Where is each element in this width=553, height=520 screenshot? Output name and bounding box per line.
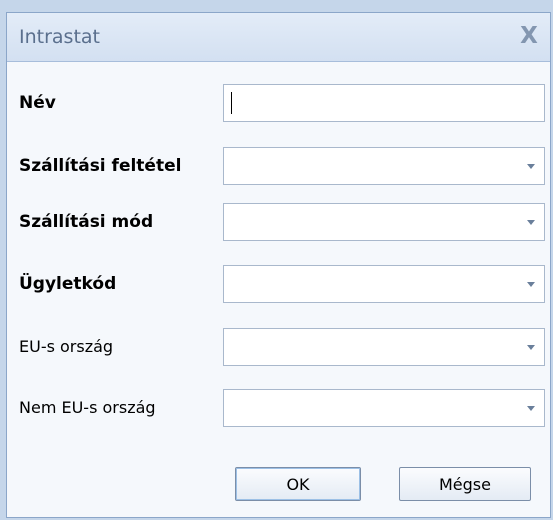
row-szallitasi-mod: Szállítási mód — [7, 203, 550, 243]
row-ugyletkod: Ügyletkód — [7, 265, 550, 305]
label-nev: Név — [19, 93, 56, 113]
label-szallitasi-feltetel: Szállítási feltétel — [19, 156, 182, 176]
nem-eu-orszag-select[interactable] — [223, 389, 545, 427]
szallitasi-mod-select[interactable] — [223, 203, 545, 241]
row-eu-orszag: EU-s ország — [7, 328, 550, 368]
row-nem-eu-orszag: Nem EU-s ország — [7, 389, 550, 429]
chevron-down-icon[interactable] — [527, 345, 535, 350]
ugyletkod-select[interactable] — [223, 265, 545, 303]
label-eu-orszag: EU-s ország — [19, 337, 114, 356]
szallitasi-feltetel-select[interactable] — [223, 147, 545, 185]
intrastat-dialog: Intrastat X Név Szállítási feltétel Szál… — [6, 12, 551, 518]
label-szallitasi-mod: Szállítási mód — [19, 212, 154, 232]
text-caret — [231, 92, 232, 114]
close-icon[interactable]: X — [516, 23, 542, 49]
window-title: Intrastat — [19, 26, 100, 48]
form-body: Név Szállítási feltétel Szállítási mód Ü… — [7, 62, 550, 517]
label-ugyletkod: Ügyletkód — [19, 274, 117, 294]
nev-input[interactable] — [223, 84, 545, 122]
chevron-down-icon[interactable] — [527, 282, 535, 287]
label-nem-eu-orszag: Nem EU-s ország — [19, 398, 156, 417]
chevron-down-icon[interactable] — [527, 406, 535, 411]
eu-orszag-select[interactable] — [223, 328, 545, 366]
row-nev: Név — [7, 84, 550, 124]
chevron-down-icon[interactable] — [527, 220, 535, 225]
chevron-down-icon[interactable] — [527, 164, 535, 169]
row-szallitasi-feltetel: Szállítási feltétel — [7, 147, 550, 187]
ok-button[interactable]: OK — [235, 467, 361, 501]
cancel-button[interactable]: Mégse — [399, 467, 531, 501]
button-row: OK Mégse — [7, 467, 550, 507]
title-bar: Intrastat X — [7, 13, 550, 62]
